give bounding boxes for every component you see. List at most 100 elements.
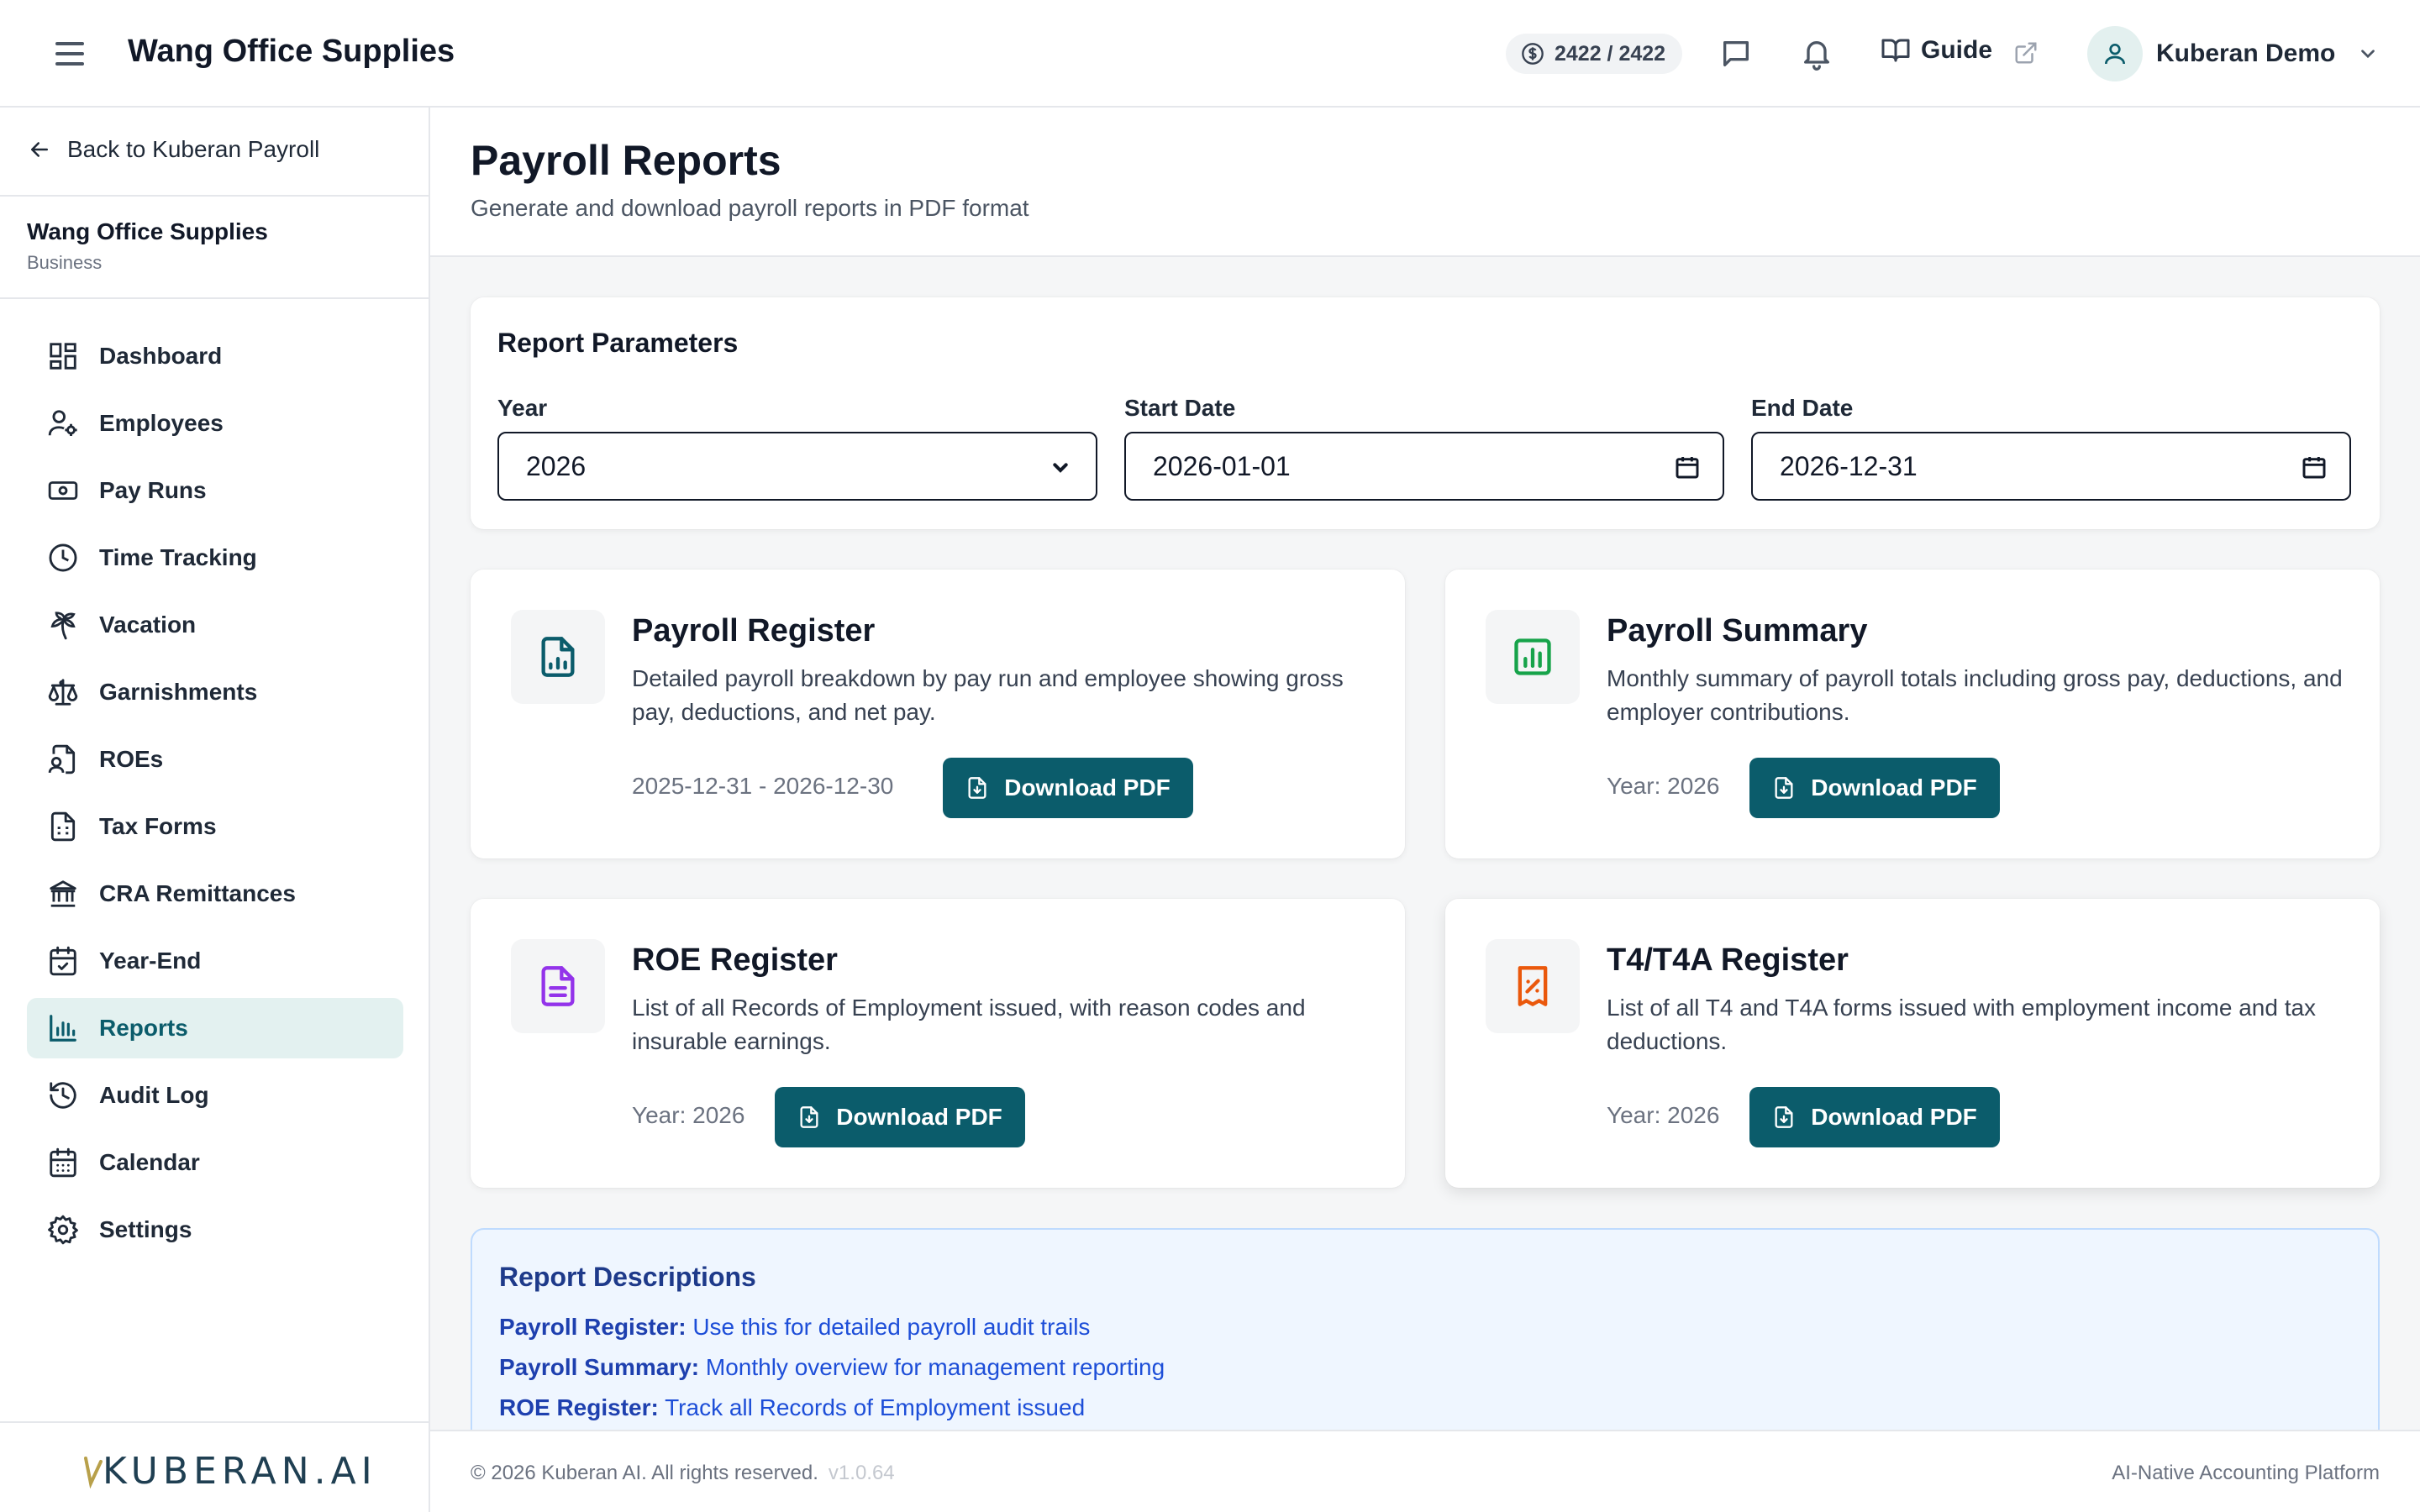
sidebar-item-label: Garnishments	[99, 679, 258, 705]
sidebar-item-label: Audit Log	[99, 1082, 209, 1108]
page-header: Payroll Reports Generate and download pa…	[430, 108, 2420, 257]
download-pdf-button[interactable]: Download PDF	[1749, 758, 2000, 818]
report-icon-box	[1486, 610, 1580, 704]
file-chart-icon	[541, 637, 575, 677]
app-root: Wang Office Supplies 2422 / 2422 Guide K…	[0, 0, 2420, 1512]
report-year: Year: 2026	[1607, 1102, 1720, 1128]
sidebar-item-label: Tax Forms	[99, 813, 217, 839]
banknote-icon	[48, 481, 78, 500]
report-title: Payroll Summary	[1607, 613, 1868, 648]
arrow-left-icon	[31, 142, 48, 157]
menu-toggle-button[interactable]	[55, 42, 84, 66]
description-term: Payroll Register:	[499, 1314, 687, 1340]
book-open-icon	[1881, 39, 1910, 62]
calendar-icon	[50, 1147, 76, 1178]
receipt-percent-icon	[1518, 966, 1548, 1006]
sidebar-item-label: Employees	[99, 410, 224, 436]
app-title: Wang Office Supplies	[128, 34, 455, 69]
sidebar-item-year-end[interactable]: Year-End	[27, 931, 403, 991]
sidebar-footer: KUBERAN.AI	[0, 1421, 429, 1512]
file-download-icon	[968, 777, 986, 799]
description-text: Use this for detailed payroll audit trai…	[692, 1314, 1091, 1340]
gear-icon	[48, 1215, 78, 1245]
dashboard-icon	[50, 343, 76, 370]
calendar-check-icon	[50, 946, 76, 976]
hamburger-line	[55, 52, 84, 55]
file-user-icon	[48, 744, 76, 774]
logo-text: KUBERAN.AI	[103, 1450, 377, 1493]
download-pdf-button[interactable]: Download PDF	[775, 1087, 1025, 1147]
sidebar-item-reports[interactable]: Reports	[27, 998, 403, 1058]
download-pdf-label: Download PDF	[1811, 1104, 1977, 1130]
sidebar-item-label: Calendar	[99, 1149, 200, 1175]
report-description: Monthly summary of payroll totals includ…	[1607, 665, 2343, 725]
description-term: Payroll Summary:	[499, 1354, 700, 1380]
top-bar: Wang Office Supplies 2422 / 2422 Guide K…	[0, 0, 2420, 108]
sidebar-item-label: CRA Remittances	[99, 880, 296, 906]
sidebar-item-roes[interactable]: ROEs	[27, 729, 403, 790]
report-parameters-title: Report Parameters	[497, 328, 739, 358]
sidebar-item-calendar[interactable]: Calendar	[27, 1132, 403, 1193]
sidebar-item-pay-runs[interactable]: Pay Runs	[27, 460, 403, 521]
file-download-icon	[1775, 1106, 1793, 1128]
page-title: Payroll Reports	[471, 137, 781, 184]
report-title: Payroll Register	[632, 613, 876, 648]
start-date-input[interactable]: 2026-01-01	[1124, 432, 1724, 501]
sidebar-item-vacation[interactable]: Vacation	[27, 595, 403, 655]
sidebar-item-label: Year-End	[99, 948, 202, 974]
calendar-icon[interactable]	[2301, 454, 2328, 480]
chat-icon[interactable]	[1719, 37, 1753, 71]
sidebar-item-cra-remittances[interactable]: CRA Remittances	[27, 864, 403, 924]
sidebar-item-settings[interactable]: Settings	[27, 1200, 403, 1260]
sidebar-nav: Dashboard Employees Pay Runs Time Tracki…	[27, 326, 403, 1267]
user-icon	[2105, 44, 2125, 65]
download-pdf-label: Download PDF	[836, 1104, 1002, 1130]
scale-icon	[48, 679, 78, 706]
chevron-down-icon	[2361, 50, 2375, 59]
chevron-down-icon	[1053, 463, 1068, 473]
calendar-icon[interactable]	[1674, 454, 1701, 480]
report-descriptions-title: Report Descriptions	[499, 1262, 756, 1292]
sidebar-item-label: Dashboard	[99, 343, 223, 369]
report-year: Year: 2026	[632, 1102, 745, 1128]
download-pdf-button[interactable]: Download PDF	[943, 758, 1193, 818]
version-label: v1.0.64	[828, 1462, 895, 1484]
download-pdf-button[interactable]: Download PDF	[1749, 1087, 2000, 1147]
description-line: Payroll Summary: Monthly overview for ma…	[499, 1354, 1165, 1381]
sidebar-item-dashboard[interactable]: Dashboard	[27, 326, 403, 386]
back-link-label: Back to Kuberan Payroll	[67, 136, 320, 162]
year-select-value: 2026	[526, 450, 587, 481]
user-menu[interactable]: Kuberan Demo	[2087, 25, 2379, 82]
org-name: Wang Office Supplies	[27, 218, 268, 244]
hamburger-line	[55, 62, 84, 66]
credits-badge[interactable]: 2422 / 2422	[1506, 34, 1682, 74]
file-spreadsheet-icon	[50, 811, 76, 842]
start-date-value: 2026-01-01	[1153, 450, 1291, 481]
report-description: Detailed payroll breakdown by pay run an…	[632, 665, 1344, 725]
user-name: Kuberan Demo	[2156, 39, 2336, 67]
guide-link[interactable]: Guide	[1881, 35, 1992, 66]
sidebar-item-employees[interactable]: Employees	[27, 393, 403, 454]
end-date-input[interactable]: 2026-12-31	[1751, 432, 2351, 501]
sidebar-item-time-tracking[interactable]: Time Tracking	[27, 528, 403, 588]
history-icon	[50, 1082, 76, 1109]
year-label: Year	[497, 395, 548, 421]
report-description: List of all T4 and T4A forms issued with…	[1607, 995, 2317, 1054]
page-subtitle: Generate and download payroll reports in…	[471, 195, 1029, 221]
year-select[interactable]: 2026	[497, 432, 1097, 501]
report-card-payroll-summary: Payroll Summary Monthly summary of payro…	[1445, 570, 2380, 858]
file-download-icon	[1775, 777, 1793, 799]
sidebar-item-tax-forms[interactable]: Tax Forms	[27, 796, 403, 857]
report-year: Year: 2026	[1607, 773, 1720, 799]
end-date-value: 2026-12-31	[1780, 450, 1918, 481]
bell-icon[interactable]	[1800, 37, 1833, 71]
download-pdf-label: Download PDF	[1811, 774, 1977, 801]
sidebar-item-label: Vacation	[99, 612, 197, 638]
back-link[interactable]: Back to Kuberan Payroll	[27, 136, 319, 163]
sidebar-item-garnishments[interactable]: Garnishments	[27, 662, 403, 722]
sidebar-item-audit-log[interactable]: Audit Log	[27, 1065, 403, 1126]
palm-tree-icon	[50, 612, 76, 640]
report-icon-box	[511, 939, 605, 1033]
external-link-icon[interactable]	[2013, 40, 2039, 66]
bank-icon	[50, 880, 76, 907]
